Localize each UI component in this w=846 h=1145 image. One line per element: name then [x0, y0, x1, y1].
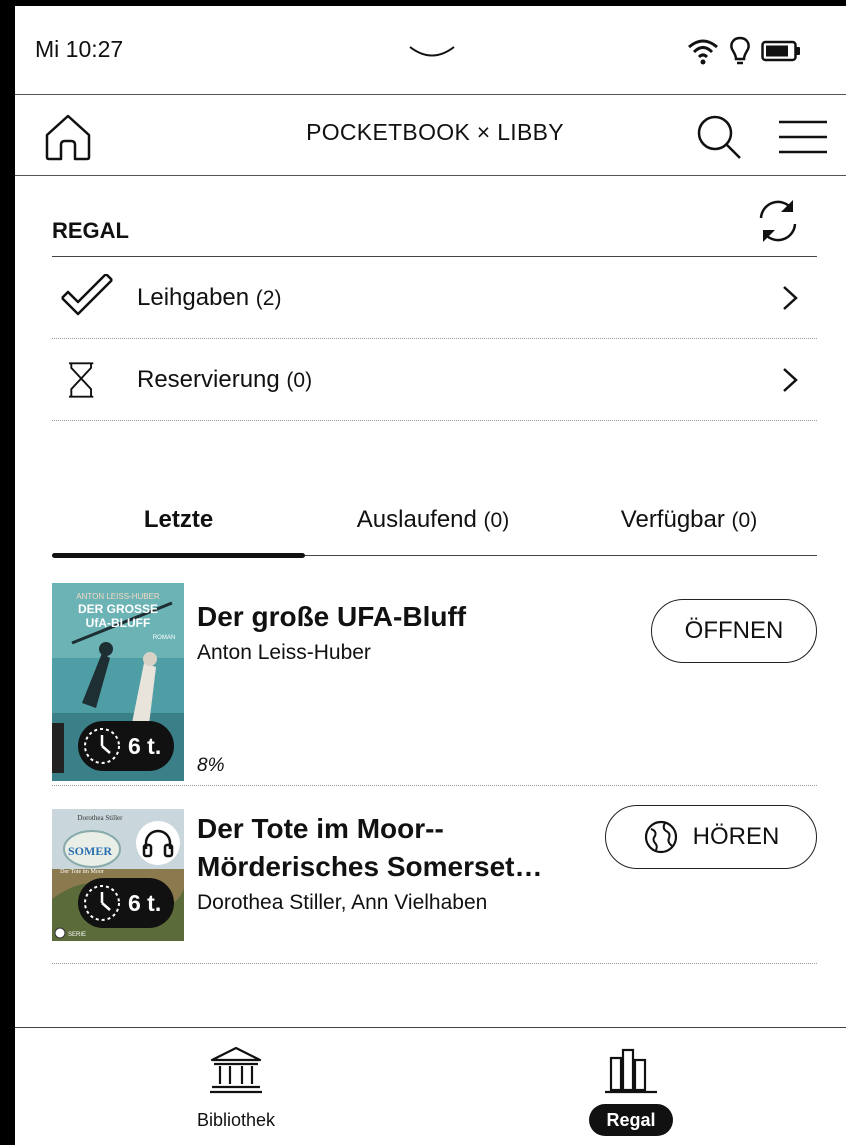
book-item[interactable]: Dorothea Stiller SOMER Der Tote im Moor …	[52, 805, 817, 941]
nav-shelf[interactable]: Regal	[541, 1028, 721, 1145]
active-tab-indicator	[52, 553, 305, 558]
loan-timer-badge: 6 t.	[78, 878, 174, 928]
book-item[interactable]: ANTON LEISS-HUBER DER GROSSE UfA-BLUFF R…	[52, 583, 817, 783]
status-icons	[687, 36, 801, 66]
listen-button[interactable]: HÖREN	[605, 805, 817, 869]
cover-series: SOMER	[68, 844, 112, 858]
loan-timer-badge: 6 t.	[78, 721, 174, 771]
shelf-tabs: Letzte Auslaufend (0) Verfügbar (0)	[52, 496, 817, 558]
nav-label-active: Regal	[589, 1104, 673, 1136]
sync-icon[interactable]	[753, 196, 803, 246]
bookshelf-icon	[605, 1048, 657, 1094]
chevron-right-icon	[783, 368, 798, 392]
checkmark-icon	[61, 274, 113, 316]
clock-icon	[84, 728, 120, 764]
shelf-row-loans[interactable]: Leihgaben (2)	[52, 258, 817, 338]
app-header: POCKETBOOK × LIBBY	[15, 95, 846, 176]
app-title: POCKETBOOK × LIBBY	[306, 119, 564, 145]
loan-timer-text: 6 t.	[128, 732, 162, 759]
frontlight-bulb-icon	[730, 36, 750, 65]
clock-icon	[84, 885, 120, 921]
chevron-right-icon	[783, 286, 798, 310]
cover-author: ANTON LEISS-HUBER	[76, 592, 160, 601]
hourglass-icon	[69, 362, 94, 398]
cover-subtitle: Der Tote im Moor	[60, 869, 104, 875]
cover-genre: ROMAN	[153, 635, 175, 641]
tab-recent[interactable]: Letzte	[52, 506, 305, 534]
book-title-line-2: Mörderisches Somerset…	[197, 851, 543, 882]
book-cover[interactable]: ANTON LEISS-HUBER DER GROSSE UfA-BLUFF R…	[52, 583, 184, 781]
status-bar: Mi 10:27	[15, 6, 846, 95]
search-icon[interactable]	[695, 113, 743, 161]
divider	[52, 785, 817, 786]
pull-down-handle-icon[interactable]	[407, 44, 457, 60]
library-building-icon	[210, 1046, 262, 1094]
shelf-row-reservations[interactable]: Reservierung (0)	[52, 340, 817, 420]
shelf-row-label: Reservierung (0)	[137, 366, 313, 393]
divider	[52, 256, 817, 257]
screen: Mi 10:27 POCKETBOOK × LIBBY REGAL Leihga…	[15, 6, 846, 1145]
audiobook-badge	[136, 821, 180, 865]
cover-publisher: SERIE	[68, 932, 86, 938]
cover-title-2: UfA-BLUFF	[86, 616, 151, 630]
shelf-row-label: Leihgaben (2)	[137, 284, 282, 311]
status-time: Mi 10:27	[35, 36, 124, 62]
book-author: Anton Leiss-Huber	[197, 641, 371, 664]
book-title-line-1: Der Tote im Moor--	[197, 813, 444, 844]
globe-icon	[644, 820, 677, 854]
tab-available[interactable]: Verfügbar (0)	[561, 506, 817, 534]
wifi-icon	[688, 39, 718, 65]
bottom-navigation: Bibliothek Regal	[15, 1027, 846, 1145]
divider	[52, 338, 817, 339]
battery-icon	[761, 40, 800, 62]
nav-label: Bibliothek	[196, 1110, 276, 1130]
book-cover[interactable]: Dorothea Stiller SOMER Der Tote im Moor …	[52, 809, 184, 941]
book-title: Der große UFA-Bluff	[197, 601, 467, 632]
home-icon[interactable]	[43, 113, 93, 161]
tab-expiring[interactable]: Auslaufend (0)	[305, 506, 561, 534]
reading-progress: 8%	[197, 755, 225, 776]
cover-title-1: DER GROSSE	[78, 602, 158, 616]
shelf-section-title: REGAL	[52, 218, 129, 243]
divider	[52, 420, 817, 421]
divider	[52, 963, 817, 964]
open-button[interactable]: ÖFFNEN	[651, 599, 817, 663]
book-author: Dorothea Stiller, Ann Vielhaben	[197, 891, 488, 914]
nav-library[interactable]: Bibliothek	[146, 1028, 326, 1145]
cover-author: Dorothea Stiller	[78, 814, 124, 822]
loan-timer-text: 6 t.	[128, 889, 162, 916]
menu-icon[interactable]	[777, 117, 829, 157]
headphones-icon	[142, 829, 174, 858]
